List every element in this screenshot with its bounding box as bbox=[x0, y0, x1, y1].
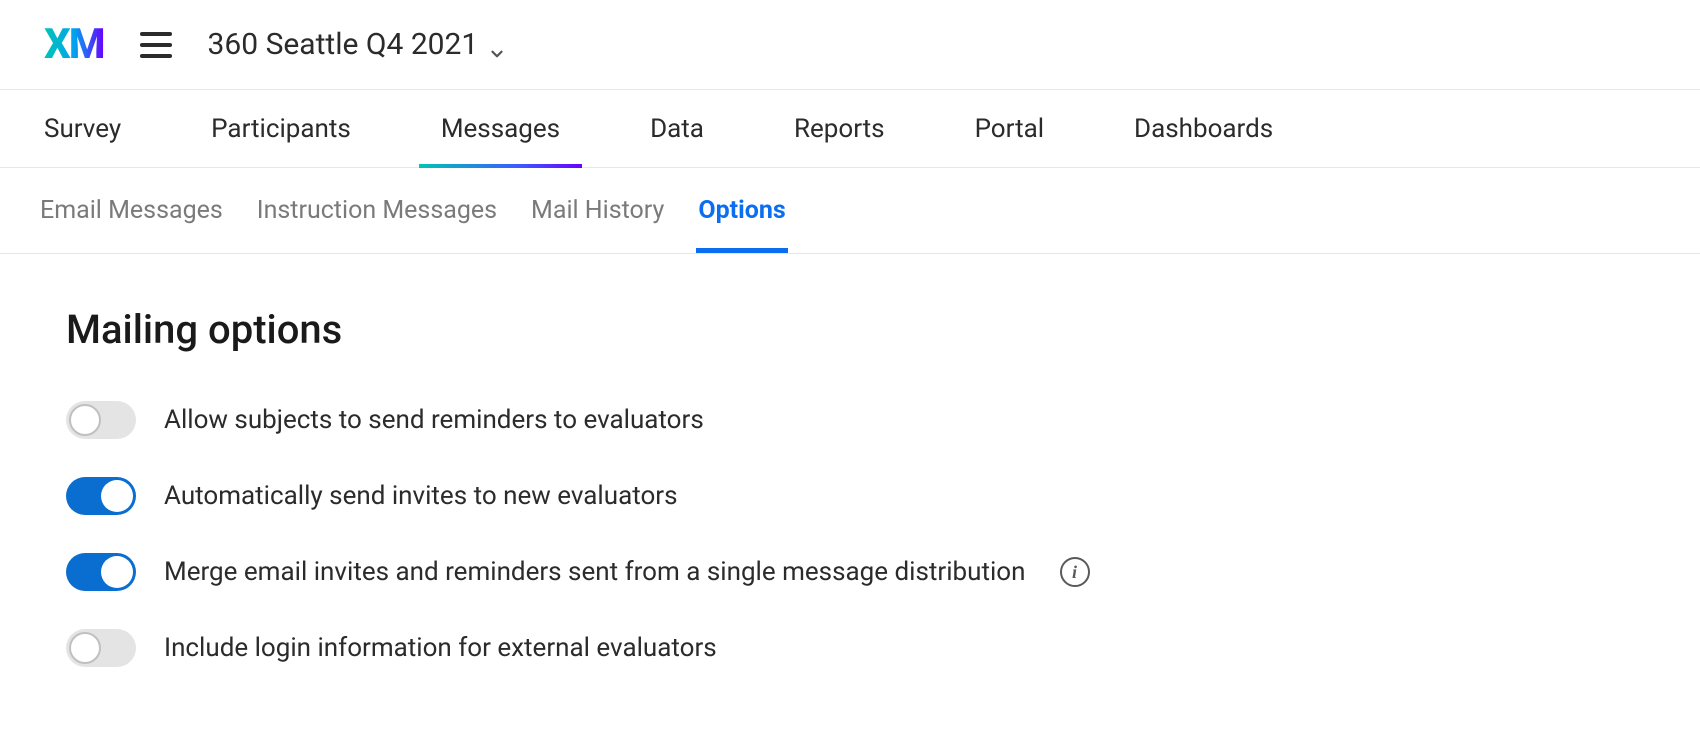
info-icon[interactable]: i bbox=[1060, 557, 1090, 587]
project-title: 360 Seattle Q4 2021 bbox=[208, 27, 479, 62]
tab-data[interactable]: Data bbox=[650, 90, 704, 167]
toggle-auto-invites[interactable] bbox=[66, 477, 136, 515]
option-row-merge-invites: Merge email invites and reminders sent f… bbox=[66, 553, 1700, 591]
project-switcher[interactable]: 360 Seattle Q4 2021 bbox=[208, 27, 507, 62]
secondary-nav: Email Messages Instruction Messages Mail… bbox=[0, 168, 1700, 254]
subtab-instruction-messages[interactable]: Instruction Messages bbox=[255, 168, 499, 253]
tab-portal[interactable]: Portal bbox=[975, 90, 1044, 167]
subtab-email-messages[interactable]: Email Messages bbox=[38, 168, 225, 253]
option-label: Merge email invites and reminders sent f… bbox=[164, 557, 1026, 587]
toggle-merge-invites[interactable] bbox=[66, 553, 136, 591]
option-row-include-login: Include login information for external e… bbox=[66, 629, 1700, 667]
chevron-down-icon bbox=[488, 36, 506, 54]
content-area: Mailing options Allow subjects to send r… bbox=[0, 254, 1700, 667]
option-row-allow-reminders: Allow subjects to send reminders to eval… bbox=[66, 401, 1700, 439]
option-row-auto-invites: Automatically send invites to new evalua… bbox=[66, 477, 1700, 515]
tab-reports[interactable]: Reports bbox=[794, 90, 885, 167]
topbar: XM 360 Seattle Q4 2021 bbox=[0, 0, 1700, 90]
tab-dashboards[interactable]: Dashboards bbox=[1134, 90, 1273, 167]
xm-logo[interactable]: XM bbox=[44, 24, 104, 66]
option-label: Automatically send invites to new evalua… bbox=[164, 481, 678, 511]
tab-survey[interactable]: Survey bbox=[44, 90, 121, 167]
primary-nav: Survey Participants Messages Data Report… bbox=[0, 90, 1700, 168]
tab-participants[interactable]: Participants bbox=[211, 90, 351, 167]
toggle-include-login[interactable] bbox=[66, 629, 136, 667]
subtab-options[interactable]: Options bbox=[696, 168, 787, 253]
tab-messages[interactable]: Messages bbox=[441, 90, 560, 167]
subtab-mail-history[interactable]: Mail History bbox=[529, 168, 666, 253]
option-label: Allow subjects to send reminders to eval… bbox=[164, 405, 704, 435]
page-title: Mailing options bbox=[66, 306, 1700, 353]
toggle-allow-reminders[interactable] bbox=[66, 401, 136, 439]
option-label: Include login information for external e… bbox=[164, 633, 717, 663]
hamburger-menu-icon[interactable] bbox=[140, 32, 172, 58]
